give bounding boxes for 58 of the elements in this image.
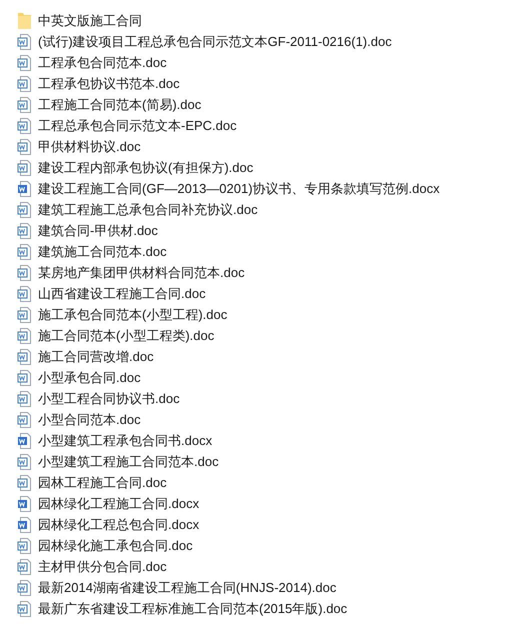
document-icon: [17, 494, 32, 512]
document-icon: [17, 368, 32, 386]
document-icon: [17, 600, 32, 618]
file-name[interactable]: 建设工程施工合同(GF—2013—0201)协议书、专用条款填写范例.docx: [38, 182, 440, 195]
document-icon: [17, 326, 32, 344]
document-icon: [17, 306, 32, 324]
document-icon: [17, 452, 32, 470]
document-icon: [17, 180, 32, 198]
document-icon: [17, 54, 32, 72]
document-icon: [17, 284, 32, 302]
file-name[interactable]: 施工合同范本(小型工程类).doc: [38, 329, 214, 342]
document-icon: [17, 96, 32, 114]
folder-name[interactable]: 中英文版施工合同: [38, 14, 142, 27]
document-icon: [17, 558, 32, 576]
file-name[interactable]: 甲供材料协议.doc: [38, 140, 141, 153]
file-name[interactable]: 施工合同营改增.doc: [38, 350, 154, 363]
file-name[interactable]: 小型工程合同协议书.doc: [38, 392, 180, 405]
document-icon: [17, 410, 32, 428]
file-name[interactable]: 园林绿化施工承包合同.doc: [38, 539, 193, 552]
file-name[interactable]: 园林绿化工程总包合同.docx: [38, 518, 200, 531]
document-icon: [17, 432, 32, 450]
document-icon: [17, 536, 32, 554]
document-icon: [17, 200, 32, 218]
file-name[interactable]: 建筑施工合同范本.doc: [38, 245, 167, 258]
file-name[interactable]: 最新2014湖南省建设工程施工合同(HNJS-2014).doc: [38, 581, 336, 594]
file-name[interactable]: 工程承包合同范本.doc: [38, 56, 167, 69]
file-name[interactable]: 建设工程内部承包协议(有担保方).doc: [38, 161, 254, 174]
document-icon: [17, 390, 32, 408]
document-icon: [17, 578, 32, 596]
document-icon: [17, 264, 32, 282]
file-name[interactable]: 施工承包合同范本(小型工程).doc: [38, 308, 228, 321]
document-icon: [17, 116, 32, 134]
file-name[interactable]: 小型建筑工程施工合同范本.doc: [38, 455, 219, 468]
document-icon: [17, 474, 32, 492]
file-name[interactable]: 山西省建设工程施工合同.doc: [38, 287, 206, 300]
file-name[interactable]: 工程承包协议书范本.doc: [38, 77, 180, 90]
file-name[interactable]: 建筑合同-甲供材.doc: [38, 224, 158, 237]
document-icon: [17, 74, 32, 92]
file-name[interactable]: 工程施工合同范本(简易).doc: [38, 98, 202, 111]
document-icon: [17, 348, 32, 366]
file-name[interactable]: 工程总承包合同示范文本-EPC.doc: [38, 119, 237, 132]
document-icon: [17, 222, 32, 240]
file-name[interactable]: 小型承包合同.doc: [38, 371, 141, 384]
file-name[interactable]: 最新广东省建设工程标准施工合同范本(2015年版).doc: [38, 602, 348, 615]
folder-icon: [17, 12, 32, 30]
document-icon: [17, 242, 32, 260]
file-name[interactable]: 小型合同范本.doc: [38, 413, 141, 426]
file-name[interactable]: 某房地产集团甲供材料合同范本.doc: [38, 266, 245, 279]
file-name[interactable]: 建筑工程施工总承包合同补充协议.doc: [38, 203, 258, 216]
file-name[interactable]: 园林工程施工合同.doc: [38, 476, 167, 489]
document-icon: [17, 158, 32, 176]
document-icon: [17, 138, 32, 156]
document-icon: [17, 32, 32, 50]
file-name[interactable]: 园林绿化工程施工合同.docx: [38, 497, 200, 510]
document-icon: [17, 516, 32, 534]
file-name[interactable]: 主材甲供分包合同.doc: [38, 560, 167, 573]
file-name[interactable]: (试行)建设项目工程总承包合同示范文本GF-2011-0216(1).doc: [38, 35, 392, 48]
file-name[interactable]: 小型建筑工程承包合同书.docx: [38, 434, 212, 447]
